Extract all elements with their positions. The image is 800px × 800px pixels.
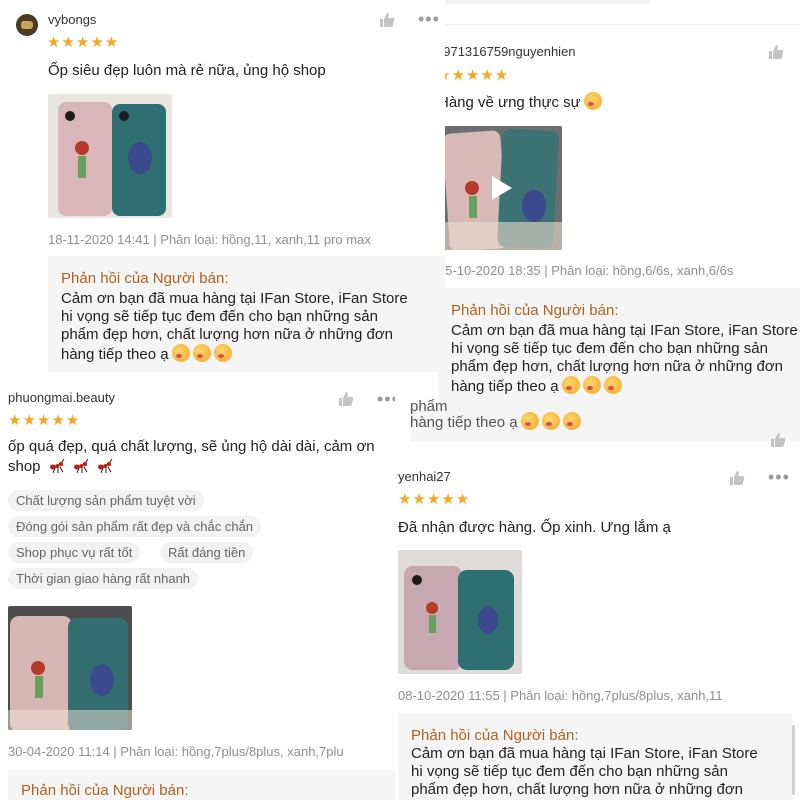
cut-off-reply (440, 0, 650, 4)
ant-emoji (49, 458, 65, 474)
seller-reply-line: hi vọng sẽ tiếp tục đem đến cho bạn nhữn… (451, 340, 768, 357)
reviewer-username: phuongmai.beauty (8, 390, 115, 405)
seller-reply-line: phẩm đẹp hơn, chất lượng hơn nữa ở những… (451, 358, 784, 375)
smiling-face-emoji (171, 344, 190, 362)
review-meta: 18-11-2020 14:41 | Phân loại: hồng,11, x… (48, 232, 371, 247)
ant-emoji (73, 458, 89, 474)
smiling-face-emoji (583, 92, 602, 110)
avatar (16, 14, 38, 36)
review-meta: 25-10-2020 18:35 | Phân loại: hồng,6/6s,… (438, 263, 734, 278)
review-photo[interactable] (398, 550, 522, 674)
play-icon[interactable] (492, 176, 512, 200)
review-tag: Chất lượng sản phẩm tuyệt vời (8, 490, 204, 511)
more-options-icon[interactable]: ••• (768, 468, 790, 486)
review-meta: 30-04-2020 11:14 | Phân loại: hồng,7plus… (8, 744, 344, 759)
scrollbar[interactable] (792, 725, 795, 795)
review-meta: 08-10-2020 11:55 | Phân loại: hồng,7plus… (398, 688, 723, 703)
review-card-top-left: vybongs ••• ★★★★★ Ốp siêu đẹp luôn mà rẻ… (0, 0, 445, 372)
seller-reply-line: Cảm ơn bạn đã mua hàng tại IFan Store, i… (451, 322, 798, 339)
seller-reply-line: hi vọng sẽ tiếp tục đem đến cho bạn nhữn… (61, 308, 378, 325)
phone-case-image (48, 94, 172, 218)
seller-reply-line: Cảm ơn bạn đã mua hàng tại IFan Store, i… (61, 290, 408, 307)
star-rating: ★★★★★ (8, 412, 81, 429)
star-rating: ★★★★★ (398, 491, 471, 508)
seller-reply-line: phẩm đẹp hơn, chất lượng hơn nữa ở những… (61, 326, 394, 343)
smiling-face-emoji (541, 412, 560, 430)
star-rating: ★★★★★ (47, 34, 120, 51)
thumbs-up-icon[interactable] (379, 12, 395, 28)
smiling-face-emoji (213, 344, 232, 362)
seller-reply-title: Phản hồi của Người bán: (21, 782, 189, 799)
seller-reply: Phản hồi của Người bán: (8, 770, 395, 800)
smiling-face-emoji (192, 344, 211, 362)
seller-reply-overlap: phẩm hàng tiếp theo ạ (410, 398, 800, 442)
more-options-icon[interactable]: ••• (418, 10, 440, 28)
review-photo[interactable] (8, 606, 132, 730)
review-card-top-right: 0971316759nguyenhien ★★★★★ Hàng về ưng t… (410, 0, 800, 470)
smiling-face-emoji (562, 412, 581, 430)
seller-reply-title: Phản hồi của Người bán: (61, 270, 229, 287)
phone-case-image (8, 606, 132, 730)
seller-reply: Phản hồi của Người bán: Cảm ơn bạn đã mu… (48, 256, 445, 372)
seller-reply-title: Phản hồi của Người bán: (411, 727, 579, 744)
star-rating: ★★★★★ (437, 67, 510, 84)
review-text: ốp quá đẹp, quá chất lượng, sẽ ủng hộ dà… (8, 438, 375, 455)
smiling-face-emoji (582, 376, 601, 394)
seller-reply-line: hàng tiếp theo ạ (410, 412, 581, 432)
review-tag: Shop phục vụ rất tốt (8, 542, 141, 563)
ant-emoji (98, 458, 113, 474)
seller-reply-line: Cảm ơn bạn đã mua hàng tại IFan Store, i… (411, 745, 758, 762)
review-text: shop (8, 456, 113, 478)
thumbs-up-icon[interactable] (338, 391, 354, 407)
reviewer-username: 0971316759nguyenhien (436, 44, 576, 59)
reviewer-username: yenhai27 (398, 469, 451, 484)
review-tag: Rất đáng tiền (160, 542, 254, 563)
review-text: Ốp siêu đẹp luôn mà rẻ nữa, ủng hộ shop (48, 62, 326, 79)
review-video-thumbnail[interactable] (438, 126, 562, 250)
review-card-bottom-left: phuongmai.beauty ••• ★★★★★ ốp quá đẹp, q… (0, 378, 395, 800)
review-text: Hàng về ưng thực sự (438, 92, 602, 114)
review-tag: Đóng gói sản phẩm rất đẹp và chắc chắn (8, 516, 262, 537)
smiling-face-emoji (561, 376, 580, 394)
thumbs-up-icon[interactable] (768, 44, 784, 60)
seller-reply-line: phẩm đẹp hơn, chất lượng hơn nữa ở những… (411, 781, 744, 798)
phone-case-image (398, 550, 522, 674)
thumbs-up-icon[interactable] (729, 470, 745, 486)
smiling-face-emoji (603, 376, 622, 394)
seller-reply-title: Phản hồi của Người bán: (451, 302, 619, 319)
more-options-icon[interactable]: ••• (377, 390, 395, 408)
review-photo[interactable] (48, 94, 172, 218)
seller-reply: Phản hồi của Người bán: Cảm ơn bạn đã mu… (438, 288, 800, 406)
seller-reply-line: hi vọng sẽ tiếp tục đem đến cho bạn nhữn… (411, 763, 728, 780)
smiling-face-emoji (520, 412, 539, 430)
review-text: Đã nhận được hàng. Ốp xinh. Ưng lắm ạ (398, 519, 671, 536)
thumbs-up-icon[interactable] (770, 432, 786, 448)
review-tag: Thời gian giao hàng rất nhanh (8, 568, 199, 589)
review-card-bottom-right: yenhai27 ••• ★★★★★ Đã nhận được hàng. Ốp… (395, 455, 800, 800)
seller-reply: Phản hồi của Người bán: Cảm ơn bạn đã mu… (398, 713, 792, 800)
seller-reply-line: hàng tiếp theo ạ (451, 376, 622, 396)
reviewer-username: vybongs (48, 12, 97, 27)
divider (410, 24, 800, 25)
seller-reply-line: hàng tiếp theo ạ (61, 344, 232, 364)
